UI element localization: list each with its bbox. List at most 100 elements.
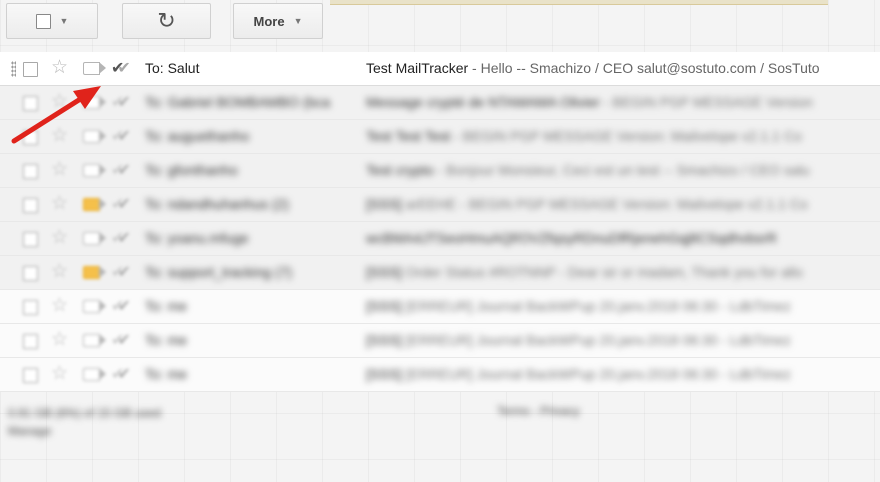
recipient: To: me (145, 332, 188, 348)
subject-line: wcBMA4JTSeoHmuAQf/OVZfqsyRDnuDfRjenehGqj… (366, 230, 880, 246)
drag-handle-icon[interactable] (11, 61, 16, 77)
storage-usage: 0.91 GB (6%) of 15 GB used (8, 406, 161, 420)
importance-marker-icon[interactable] (83, 62, 106, 75)
row-checkbox[interactable] (23, 232, 38, 247)
star-icon[interactable]: ☆ (51, 160, 68, 179)
row-checkbox[interactable] (23, 300, 38, 315)
message-list: ☆ ✔✔ To: Salut Test MailTracker - Hello … (0, 52, 880, 392)
select-dropdown-button[interactable]: ▼ (6, 3, 98, 39)
read-receipt-icon: ✔✔ (111, 298, 131, 315)
refresh-button[interactable]: ↻ (122, 3, 211, 39)
star-icon[interactable]: ☆ (51, 228, 68, 247)
importance-marker-icon[interactable] (83, 266, 106, 279)
read-receipt-icon: ✔✔ (111, 332, 131, 349)
message-row[interactable]: ☆ ✔✔ To: yoanu.mfuge wcBMA4JTSeoHmuAQf/OVZf… (0, 222, 880, 256)
importance-marker-icon[interactable] (83, 334, 106, 347)
read-receipt-icon: ✔✔ (111, 128, 131, 145)
read-receipt-icon: ✔✔ (111, 366, 131, 383)
star-icon[interactable]: ☆ (51, 330, 68, 349)
read-receipt-icon: ✔✔ (111, 264, 131, 281)
subject: [SSS] (366, 298, 402, 314)
more-label: More (253, 13, 285, 29)
subject: Test MailTracker (366, 60, 469, 76)
subject-line: [SSS] [ERREUR] Journal BackWPup 20.janv.… (366, 298, 880, 314)
subject-line: Test Test Test - BEGIN PGP MESSAGE Versi… (366, 128, 880, 144)
message-row[interactable]: ☆ ✔✔ To: Gabriel BOMBAMBO (bca Message cryp… (0, 86, 880, 120)
subject: Test crypto (366, 162, 434, 178)
subject-line: Message crypté de NTAMAMA Olivier - BEGI… (366, 94, 880, 110)
subject-line: Test crypto - Bonjour Monsieur, Ceci est… (366, 162, 880, 178)
chevron-down-icon: ▼ (59, 16, 69, 26)
message-row[interactable]: ☆ ✔✔ To: me [SSS] [ERREUR] Journal BackWPup… (0, 324, 880, 358)
row-checkbox[interactable] (23, 198, 38, 213)
chevron-down-icon: ▼ (293, 16, 303, 26)
snippet: [ERREUR] Journal BackWPup 20.janv.2018 0… (401, 366, 791, 382)
star-icon[interactable]: ☆ (51, 262, 68, 281)
message-row[interactable]: ☆ ✔✔ To: me [SSS] [ERREUR] Journal BackWPup… (0, 290, 880, 324)
checkbox-icon (35, 13, 51, 29)
subject-line: [SSS] [ERREUR] Journal BackWPup 20.janv.… (366, 332, 880, 348)
subject-line: Test MailTracker - Hello -- Smachizo / C… (366, 60, 880, 76)
importance-marker-icon[interactable] (83, 96, 106, 109)
read-receipt-icon: ✔✔ (111, 162, 131, 179)
recipient: To: me (145, 298, 188, 314)
row-checkbox[interactable] (23, 164, 38, 179)
row-checkbox[interactable] (23, 266, 38, 281)
recipient: To: support_tracking (7) (145, 264, 293, 280)
star-icon[interactable]: ☆ (51, 364, 68, 383)
importance-marker-icon[interactable] (83, 300, 106, 313)
recipient: To: gfonthanho (145, 162, 238, 178)
recipient: To: Salut (145, 60, 200, 76)
message-row-selected[interactable]: ☆ ✔✔ To: Salut Test MailTracker - Hello … (0, 52, 880, 86)
importance-marker-icon[interactable] (83, 198, 106, 211)
subject-line: [SSS] Order Status #ROTNNP - Dear sir or… (366, 264, 880, 280)
star-icon[interactable]: ☆ (51, 126, 68, 145)
read-receipt-icon: ✔✔ (111, 94, 131, 111)
recipient: To: ndandhuhanhus (2) (145, 196, 289, 212)
snippet: - Bonjour Monsieur, Ceci est un test -- … (433, 162, 810, 178)
subject: wcBMA4JTSeoHmuAQf/OVZfqsyRDnuDfRjenehGqj… (366, 230, 777, 246)
read-receipt-icon: ✔✔ (111, 230, 131, 247)
star-icon[interactable]: ☆ (51, 194, 68, 213)
snippet: Order Status #ROTNNP - Dear sir or madam… (401, 264, 803, 280)
snippet: - BEGIN PGP MESSAGE Version: Mailvelope … (450, 128, 802, 144)
importance-marker-icon[interactable] (83, 368, 106, 381)
subject: [SSS] (366, 196, 402, 212)
recipient: To: yoanu.mfuge (145, 230, 249, 246)
subject: Message crypté de NTAMAMA Olivier (366, 94, 600, 110)
recipient: To: Gabriel BOMBAMBO (bca (145, 94, 331, 110)
manage-storage-link[interactable]: Manage (8, 422, 161, 440)
subject: Test Test Test (366, 128, 451, 144)
snippet: [ERREUR] Journal BackWPup 20.janv.2018 0… (401, 332, 791, 348)
terms-privacy-links[interactable]: Terms - Privacy (497, 404, 580, 418)
row-checkbox[interactable] (23, 62, 38, 77)
refresh-icon: ↻ (157, 8, 176, 33)
snippet: - BEGIN PGP MESSAGE Version (599, 94, 813, 110)
subject: [SSS] (366, 366, 402, 382)
row-checkbox[interactable] (23, 96, 38, 111)
recipient: To: auguethanho (145, 128, 250, 144)
subject-line: [SSS] arEEHE - BEGIN PGP MESSAGE Version… (366, 196, 880, 212)
footer: 0.91 GB (6%) of 15 GB used Manage Terms … (0, 398, 880, 458)
star-icon[interactable]: ☆ (51, 92, 68, 111)
importance-marker-icon[interactable] (83, 164, 106, 177)
snippet: [ERREUR] Journal BackWPup 20.janv.2018 0… (401, 298, 791, 314)
toolbar: ▼ ↻ More ▼ (0, 3, 880, 41)
row-checkbox[interactable] (23, 368, 38, 383)
message-row[interactable]: ☆ ✔✔ To: support_tracking (7) [SSS] Order S… (0, 256, 880, 290)
row-checkbox[interactable] (23, 130, 38, 145)
snippet: - Hello -- Smachizo / CEO salut@sostuto.… (468, 60, 820, 76)
read-receipt-icon: ✔✔ (111, 60, 131, 77)
star-icon[interactable]: ☆ (51, 296, 68, 315)
subject-line: [SSS] [ERREUR] Journal BackWPup 20.janv.… (366, 366, 880, 382)
message-row[interactable]: ☆ ✔✔ To: ndandhuhanhus (2) [SSS] arEEHE - B… (0, 188, 880, 222)
row-checkbox[interactable] (23, 334, 38, 349)
more-button[interactable]: More ▼ (233, 3, 323, 39)
message-row[interactable]: ☆ ✔✔ To: auguethanho Test Test Test - BEGIN… (0, 120, 880, 154)
message-row[interactable]: ☆ ✔✔ To: me [SSS] [ERREUR] Journal BackWPup… (0, 358, 880, 392)
message-row[interactable]: ☆ ✔✔ To: gfonthanho Test crypto - Bonjour M… (0, 154, 880, 188)
read-receipt-icon: ✔✔ (111, 196, 131, 213)
importance-marker-icon[interactable] (83, 130, 106, 143)
star-icon[interactable]: ☆ (51, 58, 68, 77)
importance-marker-icon[interactable] (83, 232, 106, 245)
